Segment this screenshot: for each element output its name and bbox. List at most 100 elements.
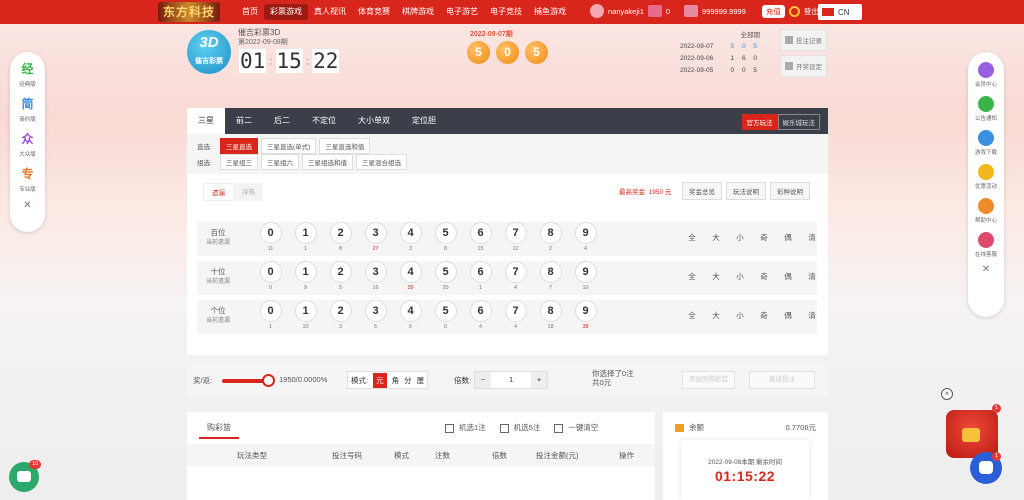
subplay-button[interactable]: 三星直选 [220, 138, 258, 154]
rebate-slider-handle[interactable] [262, 374, 275, 387]
live-chat-button[interactable]: 10 [9, 460, 42, 492]
tab-sanxing[interactable]: 三星 [187, 108, 225, 134]
digit-ball-button[interactable]: 0 [259, 222, 282, 244]
rules-button[interactable]: 玩法说明 [726, 182, 766, 200]
digit-ball-button[interactable]: 9 [574, 300, 597, 322]
digit-ball-button[interactable]: 5 [434, 300, 457, 322]
close-icon[interactable]: ✕ [23, 200, 31, 212]
digit-ball-button[interactable]: 2 [329, 222, 352, 244]
quick-select-button[interactable]: 偶 [776, 271, 800, 282]
nav-fishing[interactable]: 捕鱼游戏 [528, 4, 572, 20]
power-icon[interactable] [788, 5, 800, 17]
sidebar-item-2[interactable]: 游戏下载 [969, 128, 1003, 162]
tab-budingwei[interactable]: 不定位 [301, 108, 347, 134]
official-mode-button[interactable]: 官方玩法 [741, 114, 778, 130]
tab-qianer[interactable]: 前二 [225, 108, 263, 134]
language-select[interactable]: CN [818, 4, 862, 20]
plus-button[interactable]: + [531, 372, 548, 388]
digit-ball-button[interactable]: 6 [469, 222, 492, 244]
quick-select-button[interactable]: 小 [728, 310, 752, 321]
digit-ball-button[interactable]: 6 [469, 300, 492, 322]
digit-ball-button[interactable]: 1 [294, 261, 317, 283]
digit-ball-button[interactable]: 4 [399, 222, 422, 244]
sidebar-item-4[interactable]: 帮助中心 [969, 196, 1003, 230]
quick-select-button[interactable]: 大 [704, 271, 728, 282]
sidebar-item-5[interactable]: 在线客服 [969, 230, 1003, 264]
subplay-button[interactable]: 三星组选和值 [302, 154, 353, 170]
tab-daxiao[interactable]: 大小单双 [347, 108, 401, 134]
sidebar-item-version-0[interactable]: 经经典版 [12, 60, 44, 95]
recharge-button[interactable]: 充值 [761, 4, 785, 18]
unit-yuan[interactable]: 元 [373, 372, 387, 388]
quick-select-button[interactable]: 小 [728, 271, 752, 282]
nav-home[interactable]: 首页 [236, 4, 264, 20]
quick-select-button[interactable]: 偶 [776, 310, 800, 321]
digit-ball-button[interactable]: 4 [399, 261, 422, 283]
clear-cart-button[interactable]: 一键清空 [554, 422, 598, 433]
digit-ball-button[interactable]: 9 [574, 261, 597, 283]
digit-ball-button[interactable]: 2 [329, 300, 352, 322]
quick-select-button[interactable]: 大 [704, 310, 728, 321]
rebate-slider-track[interactable] [222, 379, 267, 383]
sidebar-item-3[interactable]: 优惠活动 [969, 162, 1003, 196]
sidebar-item-0[interactable]: 会员中心 [969, 60, 1003, 94]
digit-ball-button[interactable]: 3 [364, 261, 387, 283]
minus-button[interactable]: − [475, 372, 492, 388]
nav-sports[interactable]: 体育竞赛 [352, 4, 396, 20]
close-icon[interactable]: ✕ [982, 264, 990, 276]
tab-houer[interactable]: 后二 [263, 108, 301, 134]
avatar-icon[interactable] [590, 4, 604, 18]
cart-title[interactable]: 购彩篮 [199, 418, 239, 439]
quick-select-button[interactable]: 奇 [752, 232, 776, 243]
casino-mode-button[interactable]: 娱乐城玩法 [777, 114, 820, 130]
nav-live[interactable]: 真人视讯 [308, 4, 352, 20]
digit-ball-button[interactable]: 7 [504, 222, 527, 244]
digit-ball-button[interactable]: 2 [329, 261, 352, 283]
sidebar-item-version-1[interactable]: 简简约版 [12, 95, 44, 130]
subplay-button[interactable]: 三星组六 [261, 154, 299, 170]
bet-now-button[interactable]: 直接投注 [749, 371, 815, 389]
nav-chess[interactable]: 棋牌游戏 [396, 4, 440, 20]
digit-ball-button[interactable]: 7 [504, 261, 527, 283]
quick-select-button[interactable]: 偶 [776, 232, 800, 243]
nav-slots[interactable]: 电子游艺 [440, 4, 484, 20]
quick-select-button[interactable]: 清 [800, 310, 824, 321]
unit-li[interactable]: 厘 [417, 375, 425, 386]
random-5-button[interactable]: 机选5注 [499, 422, 540, 433]
sidebar-item-1[interactable]: 公告通知 [969, 94, 1003, 128]
digit-ball-button[interactable]: 5 [434, 261, 457, 283]
unit-jiao[interactable]: 角 [392, 375, 400, 386]
sidebar-item-version-2[interactable]: 众大众版 [12, 130, 44, 165]
quick-select-button[interactable]: 全 [680, 271, 704, 282]
digit-ball-button[interactable]: 7 [504, 300, 527, 322]
multiplier-input[interactable]: 1 [491, 372, 532, 388]
digit-ball-button[interactable]: 9 [574, 222, 597, 244]
mail-icon[interactable] [647, 5, 662, 17]
quick-select-button[interactable]: 小 [728, 232, 752, 243]
quick-select-button[interactable]: 全 [680, 310, 704, 321]
logout-button[interactable]: 登出 [804, 6, 819, 17]
digit-ball-button[interactable]: 0 [259, 300, 282, 322]
close-icon[interactable]: × [941, 388, 953, 400]
nav-lottery[interactable]: 彩票游戏 [264, 4, 308, 20]
digit-ball-button[interactable]: 8 [539, 300, 562, 322]
quick-select-button[interactable]: 全 [680, 232, 704, 243]
random-1-button[interactable]: 机选1注 [445, 422, 486, 433]
quick-select-button[interactable]: 清 [800, 271, 824, 282]
add-to-cart-button[interactable]: 添加到购彩篮 [682, 371, 735, 389]
red-packet-widget[interactable]: × 1 [940, 388, 1002, 460]
digit-ball-button[interactable]: 1 [294, 300, 317, 322]
digit-ball-button[interactable]: 4 [399, 300, 422, 322]
sidebar-item-version-3[interactable]: 专专业版 [12, 165, 44, 200]
digit-ball-button[interactable]: 3 [364, 300, 387, 322]
subplay-button[interactable]: 三星组三 [220, 154, 258, 170]
tab-dingweidan[interactable]: 定位胆 [401, 108, 447, 134]
hot-button[interactable]: 冷热 [234, 183, 263, 201]
quick-select-button[interactable]: 大 [704, 232, 728, 243]
site-logo[interactable]: 东方科技 [158, 2, 220, 22]
quick-select-button[interactable]: 奇 [752, 310, 776, 321]
miss-button[interactable]: 遗漏 [203, 183, 234, 201]
chat-widget-button[interactable]: 1 [970, 452, 1002, 484]
subplay-button[interactable]: 三星直选和值 [319, 138, 371, 154]
digit-ball-button[interactable]: 8 [539, 261, 562, 283]
